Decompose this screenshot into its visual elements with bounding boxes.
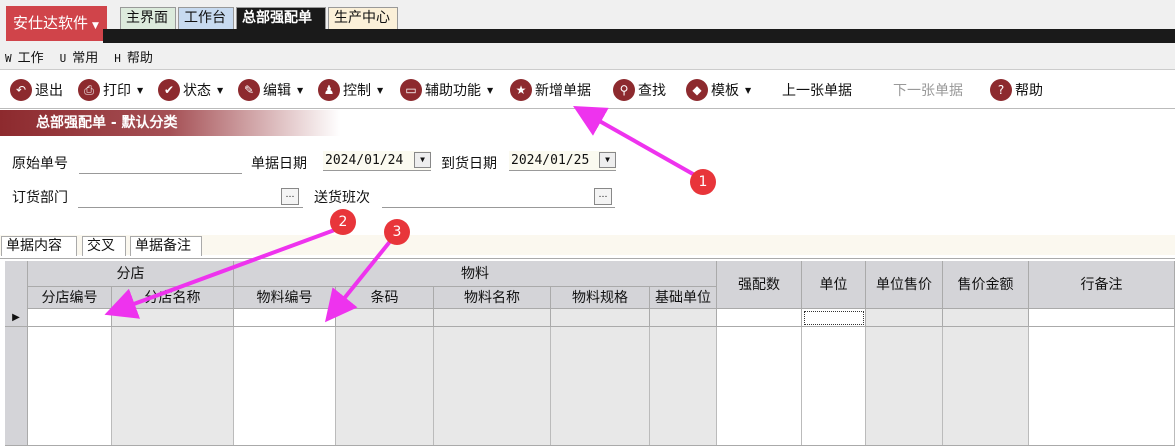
annotation-arrow [573,106,701,180]
annotation-badge: 1 [690,169,716,195]
annotation-badge: 3 [384,219,410,245]
annotation-arrow [324,237,394,323]
annotation-arrows [104,106,701,323]
annotation-badge: 2 [330,209,356,235]
annotation-arrow [104,226,341,319]
